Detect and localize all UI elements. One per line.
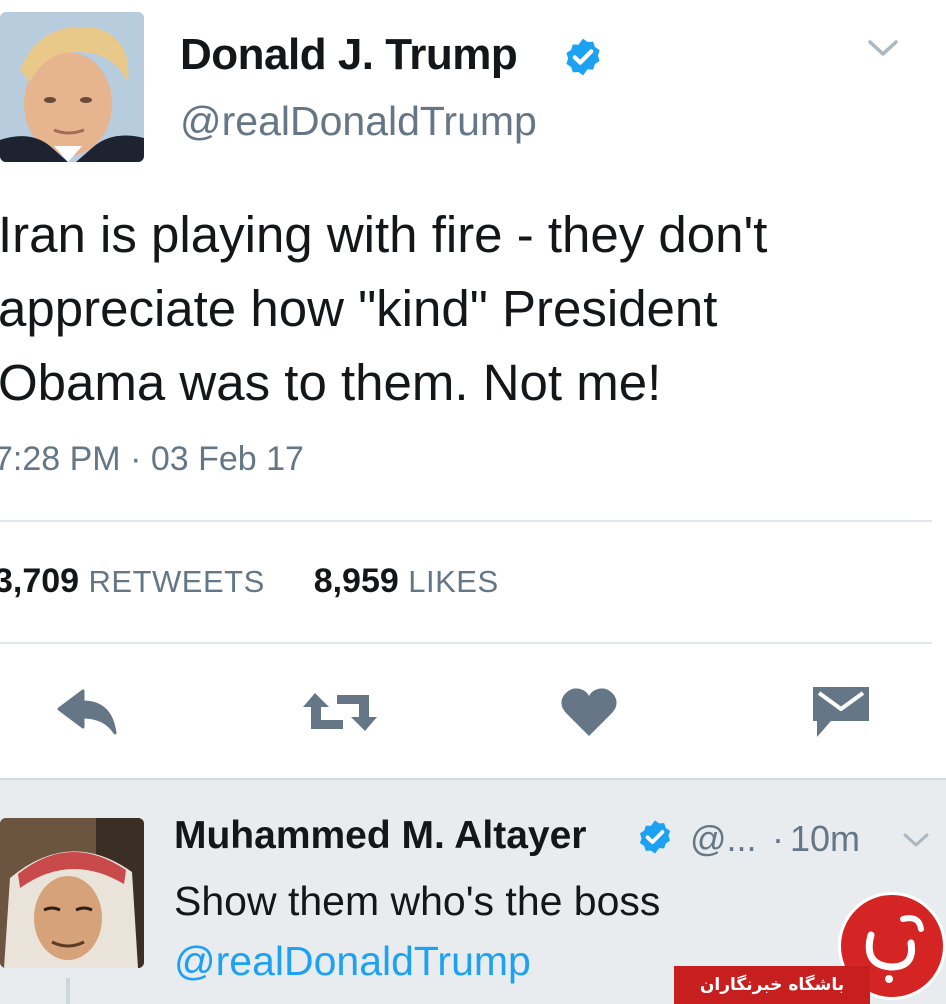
thread-line <box>66 978 70 1004</box>
reply-display-name[interactable]: Muhammed M. Altayer <box>174 814 586 858</box>
main-tweet: Donald J. Trump @realDonaldTrump Iran is… <box>0 0 946 778</box>
direct-message-icon <box>813 687 869 737</box>
likes-count[interactable]: 8,959 <box>314 562 399 600</box>
retweet-button[interactable] <box>300 684 380 740</box>
retweet-icon <box>303 693 377 731</box>
like-button[interactable] <box>556 684 622 740</box>
divider <box>0 520 932 522</box>
reply-separator: · <box>772 818 784 859</box>
tweet-timestamp[interactable]: 7:28 PM · 03 Feb 17 <box>0 440 304 479</box>
like-icon <box>561 688 617 736</box>
retweets-label[interactable]: RETWEETS <box>89 564 265 599</box>
direct-message-button[interactable] <box>808 684 874 740</box>
watermark-banner: باشگاه خبرنگاران <box>674 966 870 1004</box>
reply-handle[interactable]: @... <box>690 818 757 860</box>
verified-badge-icon <box>562 36 604 78</box>
reply-time[interactable]: 10m <box>790 818 860 860</box>
author-avatar[interactable] <box>0 12 144 162</box>
reply-text: Show them who's the boss <box>174 878 661 924</box>
reply-button[interactable] <box>52 684 122 740</box>
tweet-text: Iran is playing with fire - they don't a… <box>0 206 768 411</box>
reply-mention-link[interactable]: @realDonaldTrump <box>174 938 531 985</box>
author-handle[interactable]: @realDonaldTrump <box>180 98 537 145</box>
verified-badge-icon <box>636 818 674 856</box>
reply-avatar[interactable] <box>0 818 144 968</box>
likes-label[interactable]: LIKES <box>408 564 498 599</box>
chevron-down-icon[interactable] <box>902 830 930 850</box>
retweets-count[interactable]: 3,709 <box>0 562 79 600</box>
author-display-name[interactable]: Donald J. Trump <box>180 30 518 80</box>
reply-icon <box>57 689 117 735</box>
chevron-down-icon[interactable] <box>866 36 900 60</box>
divider <box>0 642 932 644</box>
tweet-stats: 3,709 RETWEETS 8,959 LIKES <box>0 562 499 601</box>
